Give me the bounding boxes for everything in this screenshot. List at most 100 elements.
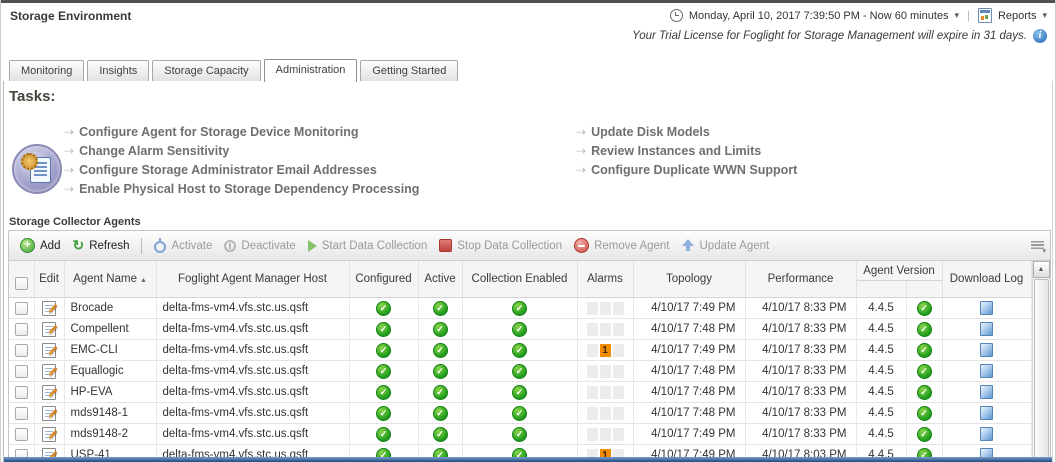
refresh-button[interactable]: ↻ Refresh bbox=[67, 239, 134, 252]
agent-name-cell: Compellent bbox=[64, 319, 156, 340]
col-alarms[interactable]: Alarms bbox=[577, 261, 633, 298]
download-log-icon[interactable] bbox=[980, 322, 993, 336]
host-cell: delta-fms-vm4.vfs.stc.us.qsft bbox=[156, 319, 349, 340]
active-ok-icon bbox=[433, 343, 448, 358]
stop-data-collection-button[interactable]: Stop Data Collection bbox=[434, 239, 567, 252]
alarm-indicators bbox=[582, 407, 629, 420]
row-checkbox[interactable] bbox=[15, 428, 28, 441]
col-configured[interactable]: Configured bbox=[349, 261, 418, 298]
col-agent-name[interactable]: Agent Name▲ bbox=[64, 261, 156, 298]
reports-dropdown-arrow-icon[interactable]: ▾ bbox=[1042, 10, 1047, 21]
row-checkbox[interactable] bbox=[15, 302, 28, 315]
col-collection-enabled[interactable]: Collection Enabled bbox=[462, 261, 577, 298]
col-download-log[interactable]: Download Log bbox=[942, 261, 1031, 298]
configured-ok-icon bbox=[376, 364, 391, 379]
topology-time-cell: 4/10/17 7:48 PM bbox=[633, 403, 745, 424]
row-checkbox[interactable] bbox=[15, 365, 28, 378]
timerange-dropdown-arrow-icon[interactable]: ▾ bbox=[955, 10, 960, 21]
collection-enabled-ok-icon bbox=[512, 301, 527, 316]
host-cell: delta-fms-vm4.vfs.stc.us.qsft bbox=[156, 298, 349, 319]
task-link-review-instances-limits[interactable]: ⇢ Review Instances and Limits bbox=[576, 141, 797, 160]
vertical-scrollbar[interactable]: ▲ bbox=[1032, 261, 1050, 462]
warning-alarm-count[interactable] bbox=[600, 323, 611, 336]
edit-icon[interactable] bbox=[42, 427, 56, 442]
task-link-configure-email-addresses[interactable]: ⇢ Configure Storage Administrator Email … bbox=[64, 160, 419, 179]
warning-alarm-count[interactable] bbox=[600, 302, 611, 315]
agent-name-cell: mds9148-1 bbox=[64, 403, 156, 424]
task-link-enable-dependency-processing[interactable]: ⇢ Enable Physical Host to Storage Depend… bbox=[64, 179, 419, 198]
host-cell: delta-fms-vm4.vfs.stc.us.qsft bbox=[156, 382, 349, 403]
tasks-heading: Tasks: bbox=[9, 88, 55, 105]
download-log-icon[interactable] bbox=[980, 406, 993, 420]
warning-alarm-count[interactable] bbox=[600, 386, 611, 399]
host-cell: delta-fms-vm4.vfs.stc.us.qsft bbox=[156, 403, 349, 424]
add-button[interactable]: + Add bbox=[15, 238, 65, 253]
tab-insights[interactable]: Insights bbox=[87, 60, 149, 81]
alarm-box bbox=[613, 407, 624, 420]
edit-icon[interactable] bbox=[42, 385, 56, 400]
select-all-checkbox[interactable] bbox=[15, 277, 28, 290]
power-icon bbox=[154, 241, 166, 253]
col-agent-version[interactable]: Agent Version bbox=[856, 261, 942, 281]
task-link-configure-agent[interactable]: ⇢ Configure Agent for Storage Device Mon… bbox=[64, 122, 419, 141]
edit-icon[interactable] bbox=[42, 301, 56, 316]
start-data-collection-button[interactable]: Start Data Collection bbox=[303, 240, 432, 252]
edit-icon[interactable] bbox=[42, 364, 56, 379]
task-link-update-disk-models[interactable]: ⇢ Update Disk Models bbox=[576, 122, 797, 141]
edit-icon[interactable] bbox=[42, 406, 56, 421]
alarm-indicators bbox=[582, 302, 629, 315]
agent-name-cell: mds9148-2 bbox=[64, 424, 156, 445]
table-options-icon[interactable]: ▾ bbox=[1031, 240, 1044, 252]
col-topology[interactable]: Topology bbox=[633, 261, 745, 298]
page-title: Storage Environment bbox=[10, 9, 131, 23]
row-checkbox[interactable] bbox=[15, 407, 28, 420]
deactivate-icon bbox=[224, 240, 236, 252]
tab-bar: Monitoring Insights Storage Capacity Adm… bbox=[3, 58, 1053, 82]
alarm-box bbox=[587, 302, 598, 315]
col-active[interactable]: Active bbox=[418, 261, 462, 298]
update-agent-button[interactable]: Update Agent bbox=[677, 239, 775, 252]
remove-agent-button[interactable]: Remove Agent bbox=[569, 238, 674, 253]
col-host[interactable]: Foglight Agent Manager Host bbox=[156, 261, 349, 298]
collection-enabled-ok-icon bbox=[512, 427, 527, 442]
row-checkbox[interactable] bbox=[15, 344, 28, 357]
activate-button[interactable]: Activate bbox=[149, 238, 217, 253]
download-log-icon[interactable] bbox=[980, 385, 993, 399]
warning-alarm-count[interactable]: 1 bbox=[600, 344, 611, 357]
tab-administration[interactable]: Administration bbox=[264, 59, 358, 82]
row-checkbox[interactable] bbox=[15, 386, 28, 399]
warning-alarm-count[interactable] bbox=[600, 428, 611, 441]
version-ok-icon bbox=[917, 406, 932, 421]
edit-icon[interactable] bbox=[42, 343, 56, 358]
download-log-icon[interactable] bbox=[980, 427, 993, 441]
reports-menu[interactable]: Reports bbox=[998, 10, 1037, 22]
tab-storage-capacity[interactable]: Storage Capacity bbox=[152, 60, 260, 81]
scroll-up-icon[interactable]: ▲ bbox=[1033, 261, 1050, 278]
alarm-box bbox=[587, 407, 598, 420]
col-performance[interactable]: Performance bbox=[745, 261, 856, 298]
active-ok-icon bbox=[433, 322, 448, 337]
agent-name-cell: Equallogic bbox=[64, 361, 156, 382]
version-ok-icon bbox=[917, 385, 932, 400]
task-link-change-alarm-sensitivity[interactable]: ⇢ Change Alarm Sensitivity bbox=[64, 141, 419, 160]
tab-getting-started[interactable]: Getting Started bbox=[360, 60, 458, 81]
edit-icon[interactable] bbox=[42, 322, 56, 337]
up-arrow-icon bbox=[682, 239, 695, 252]
scrollbar-thumb[interactable] bbox=[1034, 279, 1049, 462]
toolbar-separator bbox=[141, 238, 142, 254]
alarm-indicators: 1 bbox=[582, 344, 629, 357]
warning-alarm-count[interactable] bbox=[600, 365, 611, 378]
warning-alarm-count[interactable] bbox=[600, 407, 611, 420]
info-icon[interactable]: i bbox=[1033, 29, 1047, 43]
task-link-configure-duplicate-wwn[interactable]: ⇢ Configure Duplicate WWN Support bbox=[576, 160, 797, 179]
download-log-icon[interactable] bbox=[980, 343, 993, 357]
download-log-icon[interactable] bbox=[980, 364, 993, 378]
table-row: mds9148-1 delta-fms-vm4.vfs.stc.us.qsft … bbox=[9, 403, 1031, 424]
row-checkbox[interactable] bbox=[15, 323, 28, 336]
tab-monitoring[interactable]: Monitoring bbox=[9, 60, 84, 81]
download-log-icon[interactable] bbox=[980, 301, 993, 315]
task-arrow-icon: ⇢ bbox=[64, 182, 74, 196]
deactivate-button[interactable]: Deactivate bbox=[219, 240, 300, 252]
host-cell: delta-fms-vm4.vfs.stc.us.qsft bbox=[156, 340, 349, 361]
timerange-label[interactable]: Monday, April 10, 2017 7:39:50 PM - Now … bbox=[689, 10, 949, 22]
